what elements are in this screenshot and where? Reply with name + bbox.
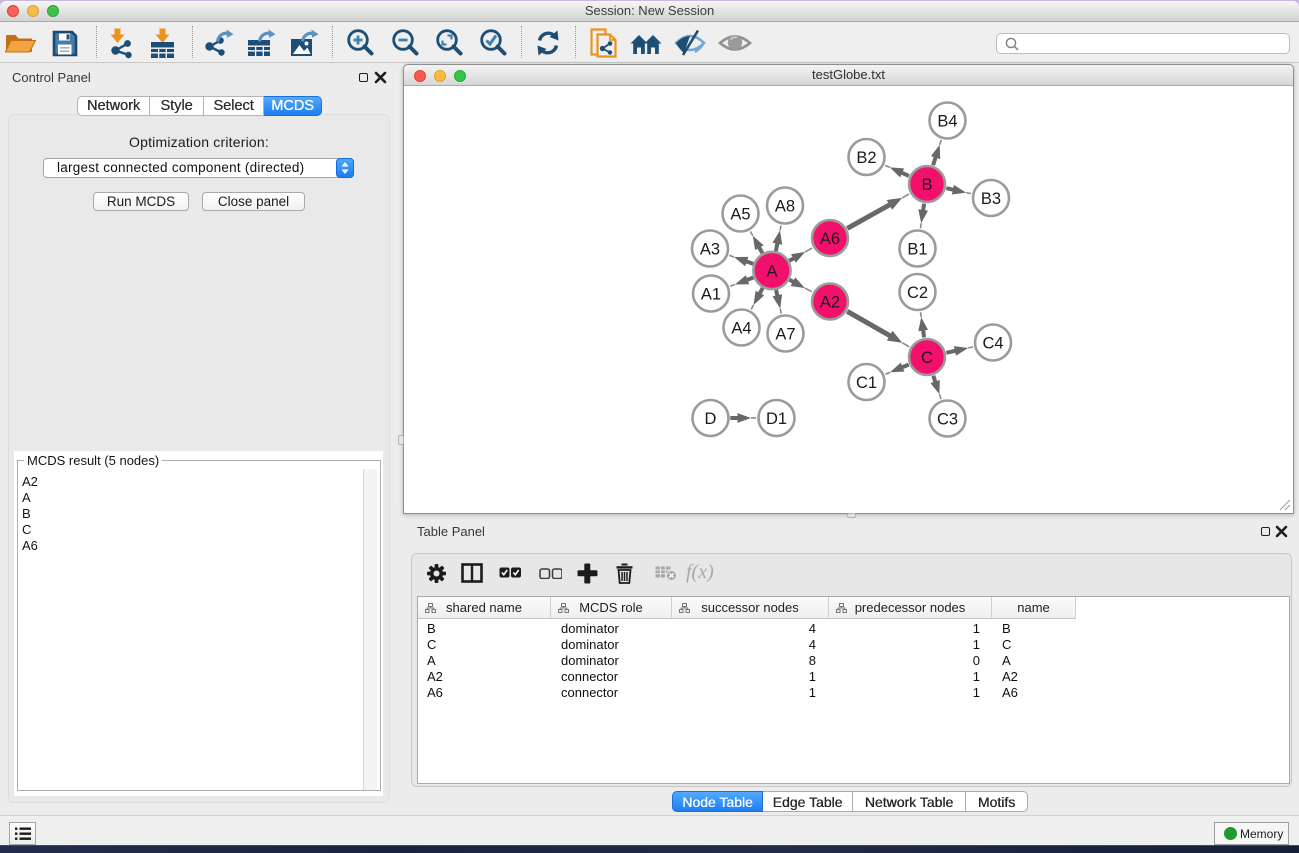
svg-text:C: C [921,349,933,367]
svg-text:A2: A2 [820,293,840,311]
svg-text:D1: D1 [766,410,787,428]
svg-text:A5: A5 [730,205,750,223]
svg-text:B2: B2 [856,149,876,167]
svg-text:A7: A7 [775,325,795,343]
svg-text:C3: C3 [937,410,958,428]
svg-text:B3: B3 [981,190,1001,208]
svg-text:C2: C2 [907,284,928,302]
svg-text:A1: A1 [701,285,721,303]
svg-text:B1: B1 [907,240,927,258]
svg-text:B: B [921,176,932,194]
svg-text:D: D [705,410,717,428]
svg-text:A8: A8 [775,197,795,215]
svg-text:A: A [766,262,777,280]
svg-text:A6: A6 [820,230,840,248]
svg-text:C1: C1 [856,374,877,392]
svg-text:A4: A4 [731,319,751,337]
svg-text:A3: A3 [700,240,720,258]
svg-text:C4: C4 [982,334,1003,352]
svg-text:B4: B4 [937,112,957,130]
